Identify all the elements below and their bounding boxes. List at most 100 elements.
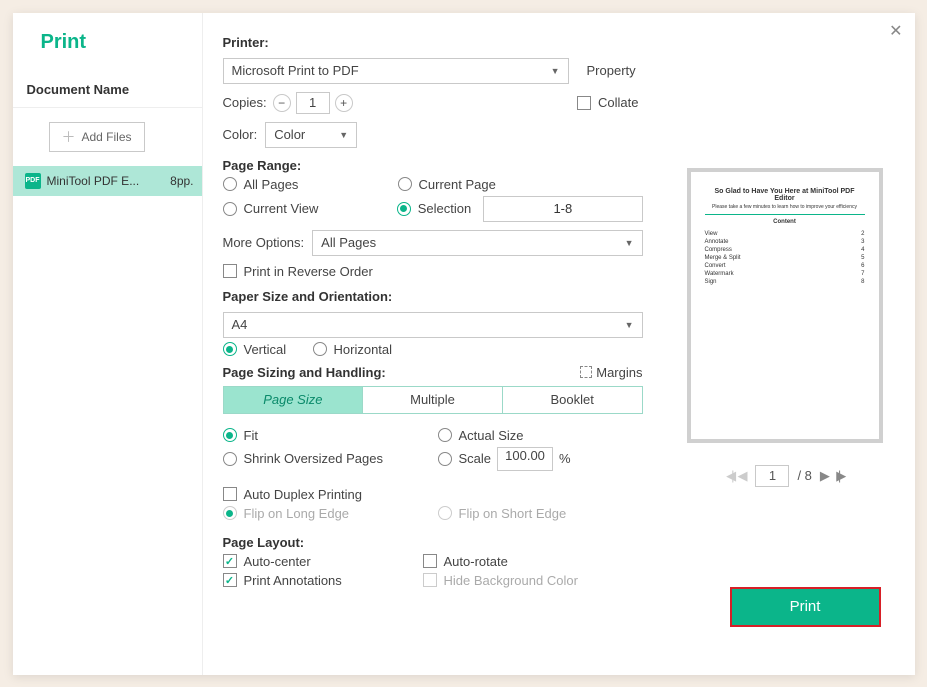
file-pages: 8pp.: [170, 174, 193, 188]
radio-horizontal[interactable]: [313, 342, 327, 356]
preview-title: So Glad to Have You Here at MiniTool PDF…: [705, 188, 865, 202]
duplex-label: Auto Duplex Printing: [244, 487, 363, 502]
radio-actual-label: Actual Size: [459, 428, 524, 443]
sizing-tabs: Page Size Multiple Booklet: [223, 386, 643, 414]
pager-first-icon[interactable]: ◀|: [726, 468, 729, 484]
pager: ◀| ◀ 1 / 8 ▶ |▶: [726, 465, 843, 487]
collate-checkbox[interactable]: [577, 96, 591, 110]
printer-value: Microsoft Print to PDF: [232, 63, 359, 78]
preview-row: Annotate3: [705, 239, 865, 245]
radio-flip-short: [438, 506, 452, 520]
radio-current-page-label: Current Page: [419, 177, 496, 192]
radio-actual-size[interactable]: [438, 428, 452, 442]
right-panel: So Glad to Have You Here at MiniTool PDF…: [663, 13, 915, 675]
radio-flip-long: [223, 506, 237, 520]
pager-input[interactable]: 1: [755, 465, 789, 487]
reverse-checkbox[interactable]: [223, 264, 237, 278]
annotations-label: Print Annotations: [244, 573, 342, 588]
tab-page-size[interactable]: Page Size: [224, 387, 364, 413]
caret-down-icon: ▼: [339, 130, 348, 140]
printer-select[interactable]: Microsoft Print to PDF ▼: [223, 58, 569, 84]
file-name: MiniTool PDF E...: [47, 174, 140, 188]
radio-current-view-label: Current View: [244, 201, 319, 216]
radio-fit-label: Fit: [244, 428, 258, 443]
scale-input[interactable]: 100.00: [497, 447, 553, 471]
preview-row: Compress4: [705, 247, 865, 253]
left-panel: Print Document Name ＋ Add Files PDF Mini…: [13, 13, 203, 675]
auto-rotate-checkbox[interactable]: [423, 554, 437, 568]
radio-flip-long-label: Flip on Long Edge: [244, 506, 350, 521]
radio-scale[interactable]: [438, 452, 452, 466]
color-label: Color:: [223, 127, 258, 142]
plus-icon: ＋: [61, 127, 75, 147]
radio-vertical-label: Vertical: [244, 342, 287, 357]
paper-size-select[interactable]: A4 ▼: [223, 312, 643, 338]
preview-row: Merge & Split5: [705, 255, 865, 261]
highlight-box: Print: [730, 587, 881, 627]
copies-minus[interactable]: −: [273, 94, 291, 112]
add-files-label: Add Files: [81, 130, 131, 144]
hide-bg-label: Hide Background Color: [444, 573, 578, 588]
paper-size-value: A4: [232, 317, 248, 332]
more-options-label: More Options:: [223, 235, 305, 250]
color-value: Color: [274, 127, 305, 142]
radio-all-pages[interactable]: [223, 177, 237, 191]
radio-fit[interactable]: [223, 428, 237, 442]
radio-selection-label: Selection: [418, 201, 471, 216]
auto-center-label: Auto-center: [244, 554, 311, 569]
auto-rotate-label: Auto-rotate: [444, 554, 508, 569]
radio-horizontal-label: Horizontal: [334, 342, 393, 357]
radio-shrink-label: Shrink Oversized Pages: [244, 451, 383, 466]
auto-center-checkbox[interactable]: [223, 554, 237, 568]
pager-next-icon[interactable]: ▶: [820, 468, 830, 484]
printer-label: Printer:: [223, 35, 643, 50]
margins-link[interactable]: Margins: [596, 365, 642, 380]
document-name-header: Document Name: [13, 72, 202, 108]
radio-scale-label: Scale: [459, 451, 492, 466]
reverse-label: Print in Reverse Order: [244, 264, 373, 279]
radio-shrink[interactable]: [223, 452, 237, 466]
radio-all-label: All Pages: [244, 177, 299, 192]
radio-current-page[interactable]: [398, 177, 412, 191]
radio-selection[interactable]: [397, 202, 411, 216]
copies-plus[interactable]: +: [335, 94, 353, 112]
more-options-value: All Pages: [321, 235, 376, 250]
hide-bg-checkbox: [423, 573, 437, 587]
file-list-item[interactable]: PDF MiniTool PDF E... 8pp.: [13, 166, 202, 196]
property-link[interactable]: Property: [587, 63, 636, 78]
tab-booklet[interactable]: Booklet: [503, 387, 642, 413]
center-panel: Printer: Microsoft Print to PDF ▼ Proper…: [203, 13, 663, 675]
margins-icon: [580, 366, 592, 378]
caret-down-icon: ▼: [625, 320, 634, 330]
preview-row: View2: [705, 231, 865, 237]
preview-row: Watermark7: [705, 271, 865, 277]
annotations-checkbox[interactable]: [223, 573, 237, 587]
layout-label: Page Layout:: [223, 535, 643, 550]
more-options-select[interactable]: All Pages ▼: [312, 230, 642, 256]
collate-label: Collate: [598, 95, 638, 110]
preview-sub: Please take a few minutes to learn how t…: [705, 204, 865, 210]
page-range-label: Page Range:: [223, 158, 643, 173]
selection-input[interactable]: 1-8: [483, 196, 642, 222]
print-button[interactable]: Print: [732, 589, 879, 625]
radio-flip-short-label: Flip on Short Edge: [459, 506, 567, 521]
sizing-label: Page Sizing and Handling:: [223, 365, 386, 380]
preview-row: Convert6: [705, 263, 865, 269]
color-select[interactable]: Color ▼: [265, 122, 357, 148]
add-files-button[interactable]: ＋ Add Files: [49, 122, 145, 152]
radio-vertical[interactable]: [223, 342, 237, 356]
pager-prev-icon[interactable]: ◀: [737, 468, 747, 484]
close-icon[interactable]: ✕: [889, 21, 902, 41]
preview-section: Content: [705, 219, 865, 225]
copies-label: Copies:: [223, 95, 267, 110]
radio-current-view[interactable]: [223, 202, 237, 216]
pager-last-icon[interactable]: |▶: [838, 468, 843, 484]
copies-input[interactable]: 1: [296, 92, 330, 114]
dialog-title: Print: [13, 13, 202, 72]
preview-row: Sign8: [705, 279, 865, 285]
pdf-icon: PDF: [25, 173, 41, 189]
duplex-checkbox[interactable]: [223, 487, 237, 501]
paper-label: Paper Size and Orientation:: [223, 289, 643, 304]
caret-down-icon: ▼: [625, 238, 634, 248]
tab-multiple[interactable]: Multiple: [363, 387, 503, 413]
